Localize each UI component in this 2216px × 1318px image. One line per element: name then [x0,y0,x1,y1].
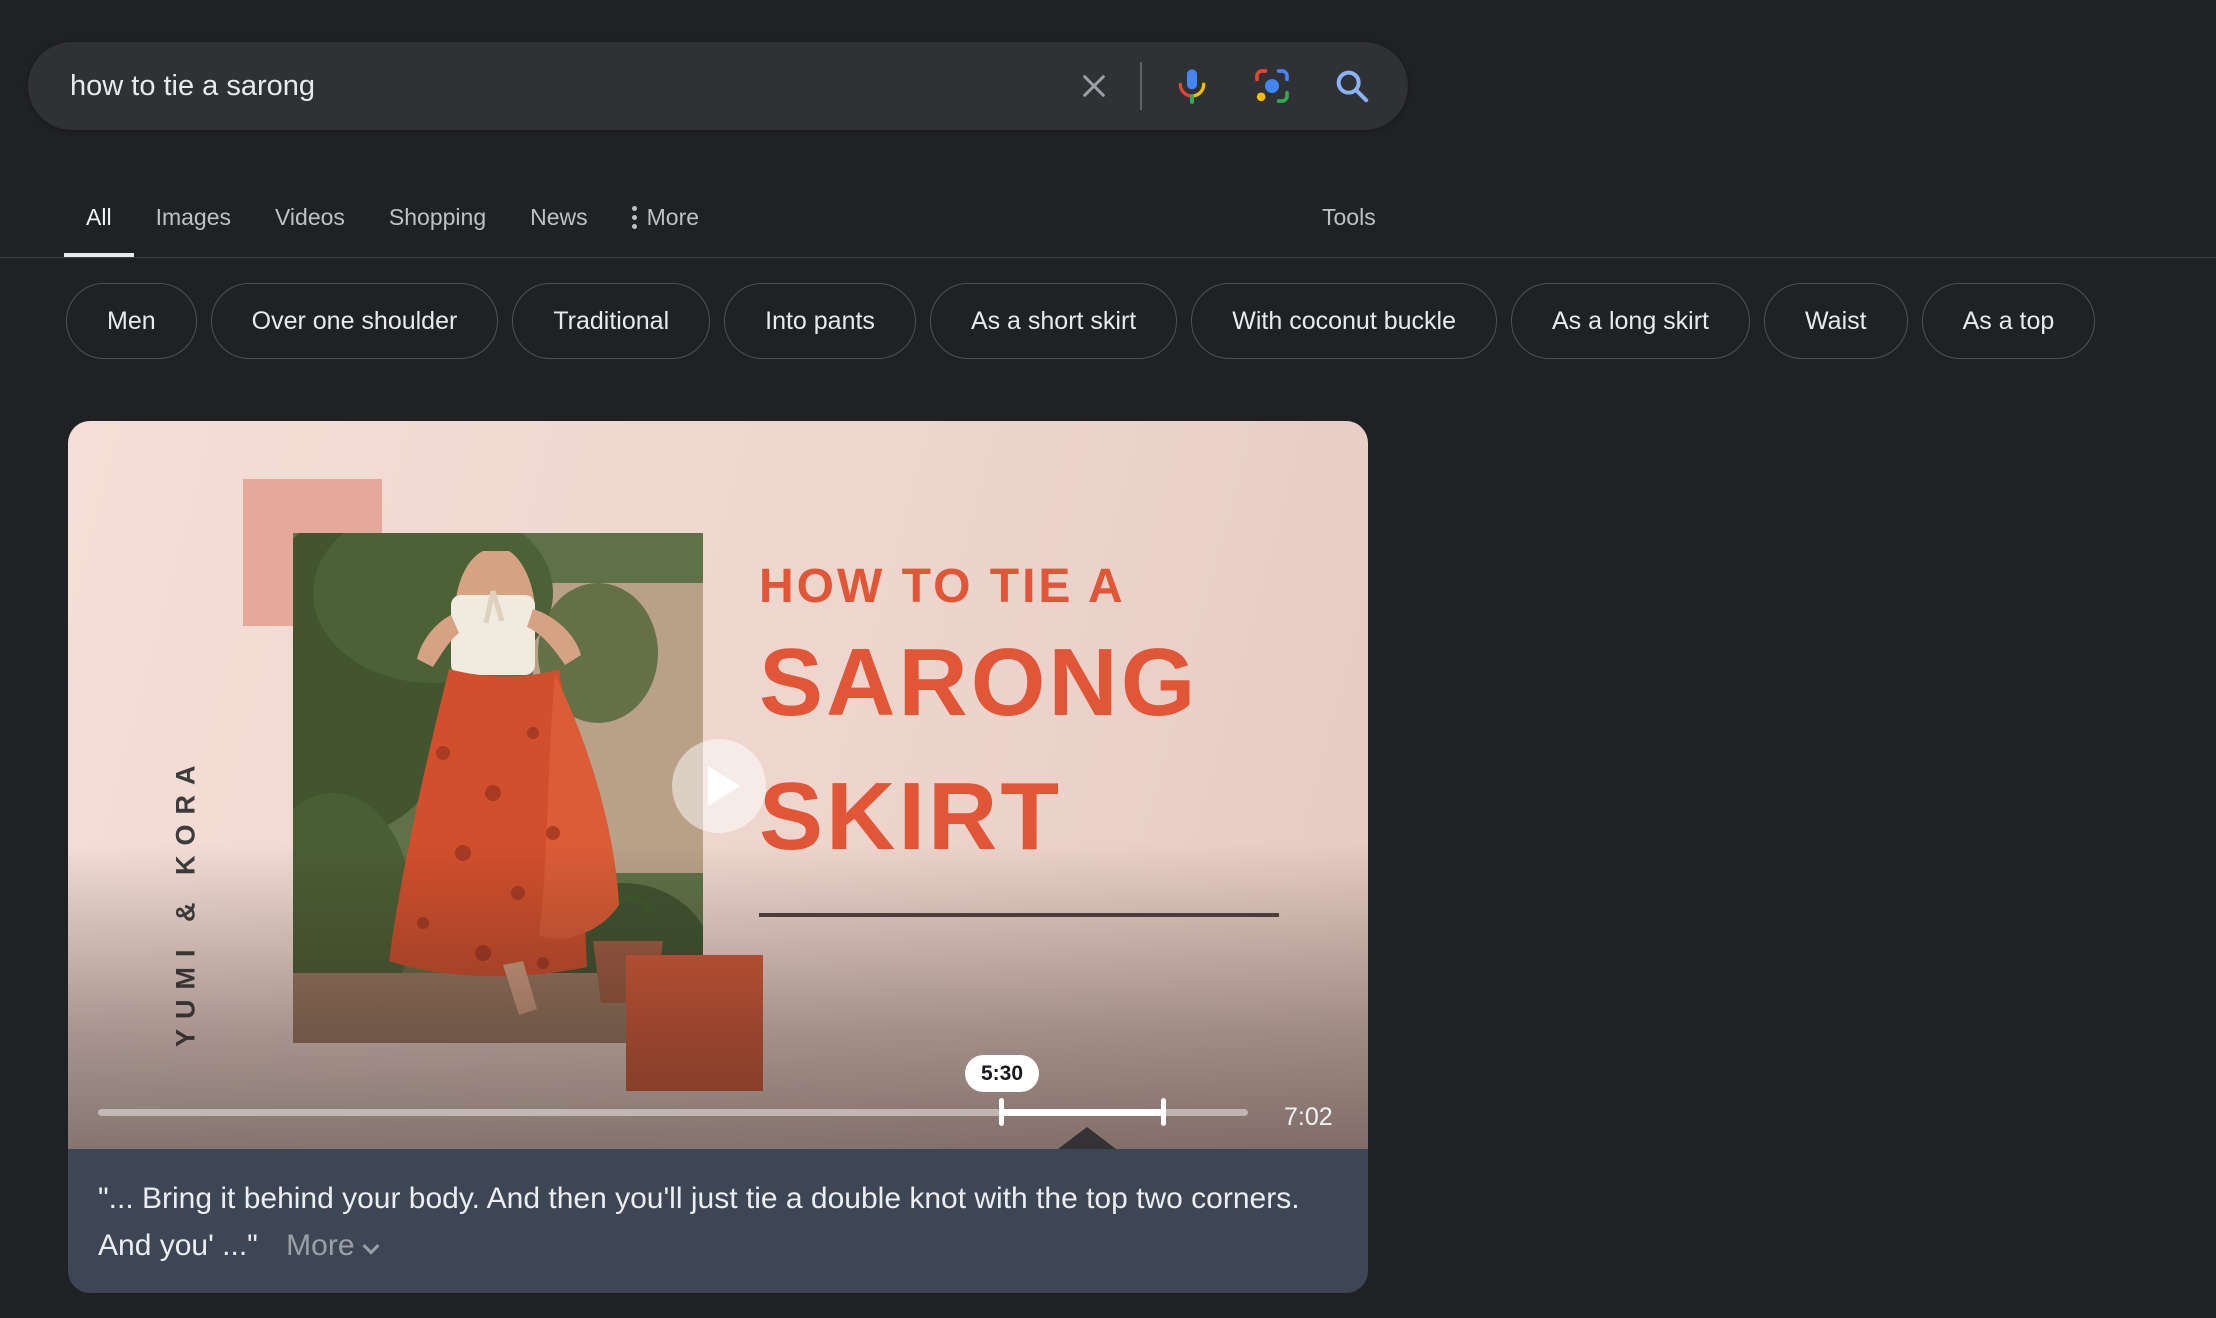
search-bar-divider [1140,62,1142,110]
tab-images-label: Images [156,204,231,231]
filter-chip-men[interactable]: Men [66,283,197,359]
video-duration: 7:02 [1284,1103,1333,1132]
filter-chip-over-one-shoulder[interactable]: Over one shoulder [211,283,499,359]
video-caption-panel: "... Bring it behind your body. And then… [68,1149,1368,1293]
filter-chip-waist[interactable]: Waist [1764,283,1908,359]
tab-more[interactable]: More [610,204,721,253]
tab-images[interactable]: Images [134,204,253,253]
thumbnail-title-block: HOW TO TIE A SARONG SKIRT [759,559,1198,865]
key-moment-start-marker [999,1098,1004,1126]
thumbnail-title-line3: SKIRT [759,769,1198,865]
thumbnail-brand-vertical-text: YUMI & KORA [160,743,212,1059]
thumbnail-title-underline [759,913,1279,917]
filter-chip-into-pants[interactable]: Into pants [724,283,916,359]
result-type-tabs: All Images Videos Shopping News More [64,204,721,257]
tab-all-label: All [86,204,112,231]
search-bar: how to tie a sarong [28,42,1408,130]
caption-transcript-text: "... Bring it behind your body. And then… [98,1182,1300,1262]
thumbnail-title-line2: SARONG [759,635,1198,731]
caption-more-button[interactable]: More [286,1229,376,1262]
tab-all[interactable]: All [64,204,134,257]
search-submit-magnifier-icon[interactable] [1332,66,1372,106]
video-thumbnail[interactable]: YUMI & KORA HOW TO TIE A SARONG SKIRT 5:… [68,421,1368,1149]
tab-videos-label: Videos [275,204,345,231]
tab-shopping-label: Shopping [389,204,486,231]
caption-text-wrap: "... Bring it behind your body. And then… [98,1175,1308,1269]
tools-button[interactable]: Tools [1322,204,1376,231]
thumbnail-orange-square-decoration [626,955,763,1091]
tab-more-label: More [647,204,699,231]
caption-pointer-triangle [1058,1127,1116,1149]
refinement-chips: Men Over one shoulder Traditional Into p… [66,283,2095,359]
video-result-card: YUMI & KORA HOW TO TIE A SARONG SKIRT 5:… [68,421,1368,1293]
tab-news[interactable]: News [508,204,610,253]
filter-chip-as-a-top[interactable]: As a top [1922,283,2096,359]
key-moment-segment [1001,1109,1163,1116]
video-progress-bar[interactable] [98,1109,1248,1116]
tab-shopping[interactable]: Shopping [367,204,508,253]
caption-more-label: More [286,1229,354,1262]
filter-chip-with-coconut-buckle[interactable]: With coconut buckle [1191,283,1497,359]
tabbar-divider [0,257,2216,258]
tab-news-label: News [530,204,588,231]
filter-chip-traditional[interactable]: Traditional [512,283,710,359]
vertical-dots-icon [632,206,637,229]
google-lens-icon[interactable] [1252,66,1292,106]
thumbnail-title-line1: HOW TO TIE A [759,559,1198,615]
search-bar-actions [1078,62,1408,110]
voice-search-microphone-icon[interactable] [1172,66,1212,106]
chevron-down-icon [362,1238,379,1255]
timestamp-bubble: 5:30 [965,1055,1039,1092]
play-button[interactable] [672,739,766,833]
key-moment-end-marker [1161,1098,1166,1126]
search-input[interactable]: how to tie a sarong [70,70,1078,103]
filter-chip-as-a-long-skirt[interactable]: As a long skirt [1511,283,1750,359]
clear-search-icon[interactable] [1078,70,1110,102]
filter-chip-as-a-short-skirt[interactable]: As a short skirt [930,283,1177,359]
play-icon [708,766,740,806]
tab-videos[interactable]: Videos [253,204,367,253]
